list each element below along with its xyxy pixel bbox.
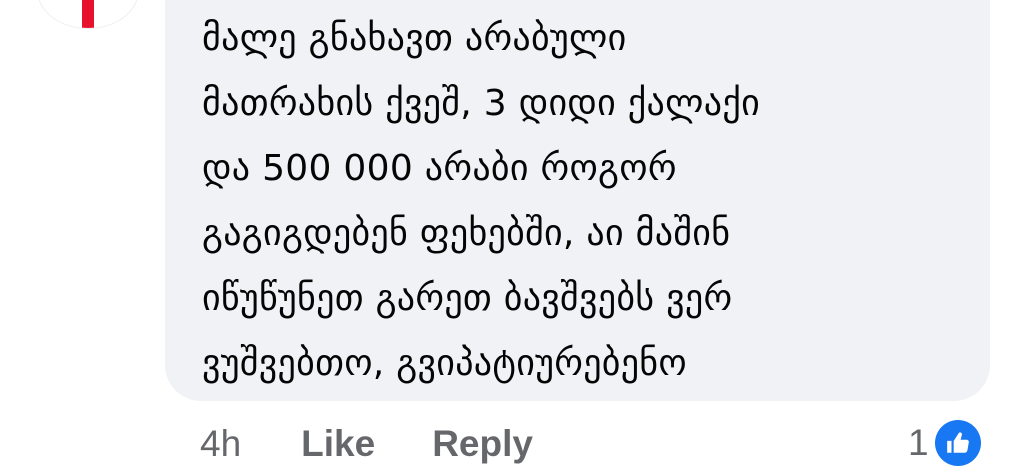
comment-bubble: მალე გნახავთ არაბული მათრახის ქვეშ, 3 დი… <box>165 0 990 401</box>
thumbs-up-icon <box>934 420 981 466</box>
reaction-summary[interactable]: 1 <box>908 418 981 468</box>
like-button[interactable]: Like <box>301 423 375 465</box>
reply-button[interactable]: Reply <box>432 423 533 465</box>
comment-timestamp[interactable]: 4h <box>200 423 241 465</box>
comment-actions: 4h Like Reply <box>200 418 533 470</box>
comment-block: მალე გნახავთ არაბული მათრახის ქვეშ, 3 დი… <box>0 0 1024 476</box>
georgian-flag-avatar-icon <box>38 0 138 28</box>
reaction-count: 1 <box>908 422 929 463</box>
comment-text: მალე გნახავთ არაბული მათრახის ქვეშ, 3 დი… <box>202 18 761 384</box>
avatar[interactable] <box>38 0 138 28</box>
